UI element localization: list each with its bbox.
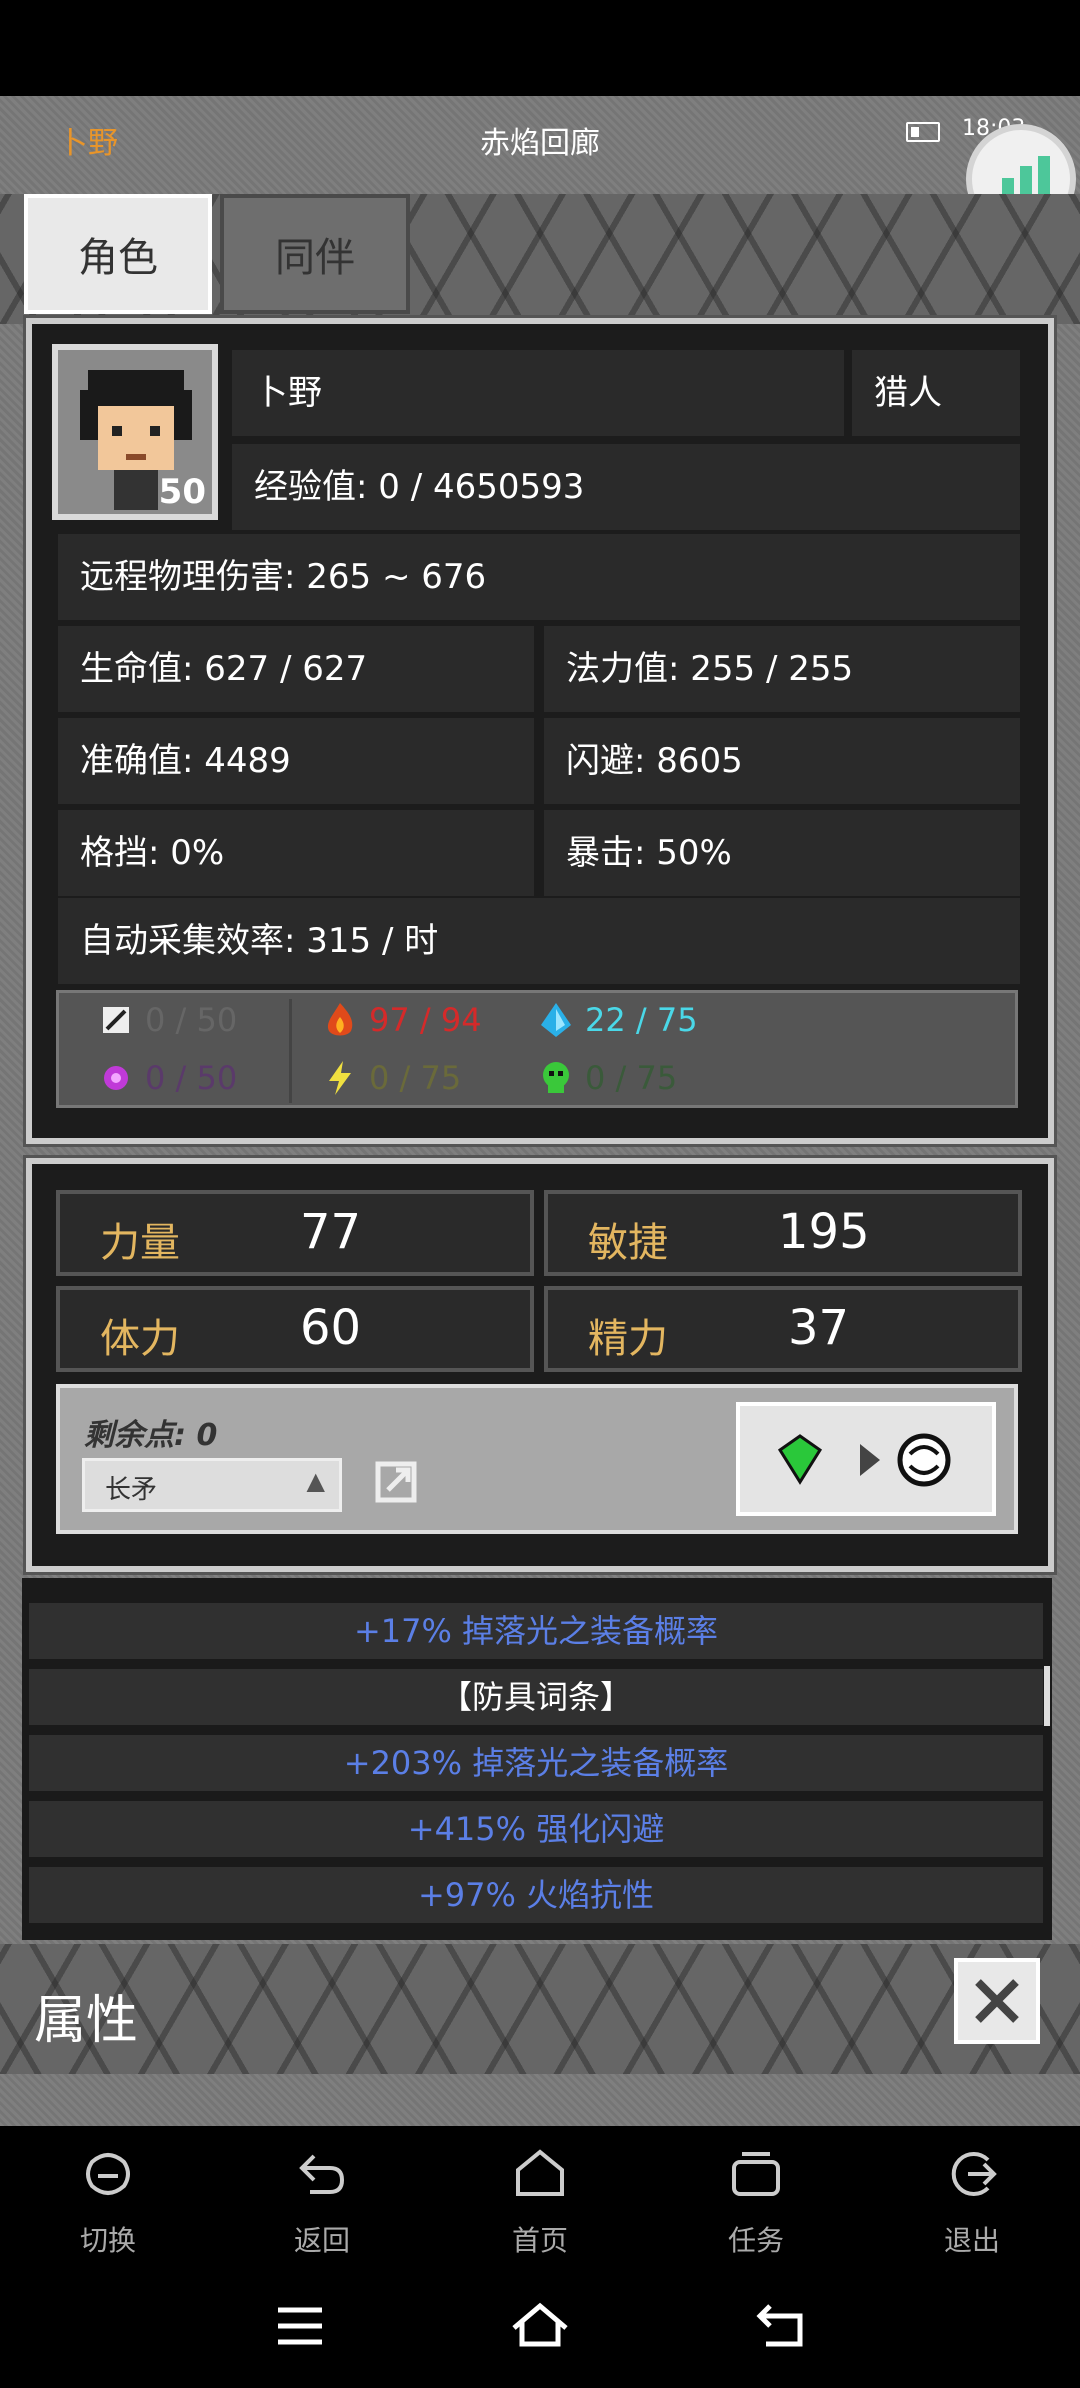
nav-back[interactable]: 返回 (262, 2146, 382, 2259)
mp-value: 法力值: 255 / 255 (544, 626, 1020, 712)
menu-icon[interactable] (276, 2304, 324, 2348)
remaining-points: 剩余点: 0 (84, 1418, 218, 1453)
attr-agility: 敏捷 195 (544, 1190, 1022, 1276)
lightning-resist-icon (329, 1061, 351, 1095)
ice-resist: 22 / 75 (537, 1001, 698, 1039)
arcane-resist-icon (104, 1066, 128, 1090)
hp-value: 生命值: 627 / 627 (58, 626, 534, 712)
weapon-select[interactable]: 长矛 ▲ (82, 1458, 342, 1512)
tab-companion[interactable]: 同伴 (220, 194, 410, 314)
dropdown-arrow-icon: ▲ (306, 1467, 325, 1495)
poison-resist-icon (543, 1062, 569, 1093)
list-item: 【防具词条】 (26, 1666, 1046, 1728)
close-icon (975, 1979, 1019, 2023)
character-name: 卜野 (232, 350, 844, 436)
lightning-resist: 0 / 75 (321, 1059, 461, 1097)
footer-band (0, 1944, 1080, 2074)
list-item: +203% 掉落光之装备概率 (26, 1732, 1046, 1794)
tab-character[interactable]: 角色 (24, 194, 212, 314)
character-class: 猎人 (852, 350, 1020, 436)
list-item: +415% 强化闪避 (26, 1798, 1046, 1860)
list-item: +97% 火焰抗性 (26, 1864, 1046, 1926)
attr-energy: 精力 37 (544, 1286, 1022, 1372)
close-button[interactable] (954, 1958, 1040, 2044)
attr-strength: 力量 77 (56, 1190, 534, 1276)
divider (289, 999, 292, 1103)
reset-points-button[interactable] (736, 1402, 996, 1516)
home-icon (516, 2149, 564, 2196)
switch-icon (86, 2153, 130, 2195)
arcane-resist: 0 / 50 (97, 1059, 237, 1097)
fire-resist-icon (327, 1003, 353, 1036)
nav-home[interactable]: 首页 (480, 2146, 600, 2259)
level-badge: 50 (158, 472, 206, 512)
physical-resist: 0 / 50 (97, 1001, 237, 1039)
scrollbar[interactable] (1044, 1666, 1050, 1726)
nav-switch[interactable]: 切换 (48, 2146, 168, 2259)
character-avatar[interactable]: 50 (52, 344, 218, 520)
crit-value: 暴击: 50% (544, 810, 1020, 896)
share-icon[interactable] (374, 1460, 418, 1504)
poison-resist: 0 / 75 (537, 1059, 677, 1097)
battery-icon (906, 122, 940, 142)
tasks-icon (732, 2152, 780, 2196)
points-box: 剩余点: 0 长矛 ▲ (56, 1384, 1018, 1534)
home-system-icon[interactable] (510, 2300, 570, 2350)
nav-tasks[interactable]: 任务 (696, 2146, 816, 2259)
exit-icon (951, 2152, 997, 2196)
attr-stamina: 体力 60 (56, 1286, 534, 1372)
list-item: +17% 掉落光之装备概率 (26, 1600, 1046, 1662)
exp-value: 经验值: 0 / 4650593 (232, 444, 1020, 530)
physical-resist-icon (103, 1007, 129, 1033)
nav-exit[interactable]: 退出 (912, 2146, 1032, 2259)
back-icon (299, 2154, 345, 2194)
gem-exchange-icon (777, 1433, 951, 1487)
ranged-damage: 远程物理伤害: 265 ~ 676 (58, 534, 1020, 620)
block-value: 格挡: 0% (58, 810, 534, 896)
resistance-box: 0 / 50 97 / 94 22 / 75 0 / 50 0 / 75 0 /… (56, 990, 1018, 1108)
footer-title: 属性 (34, 1991, 139, 2051)
fire-resist: 97 / 94 (321, 1001, 482, 1039)
dodge-value: 闪避: 8605 (544, 718, 1020, 804)
gather-efficiency: 自动采集效率: 315 / 时 (58, 898, 1020, 984)
ice-resist-icon (541, 1003, 571, 1037)
accuracy-value: 准确值: 4489 (58, 718, 534, 804)
back-system-icon[interactable] (756, 2300, 806, 2350)
